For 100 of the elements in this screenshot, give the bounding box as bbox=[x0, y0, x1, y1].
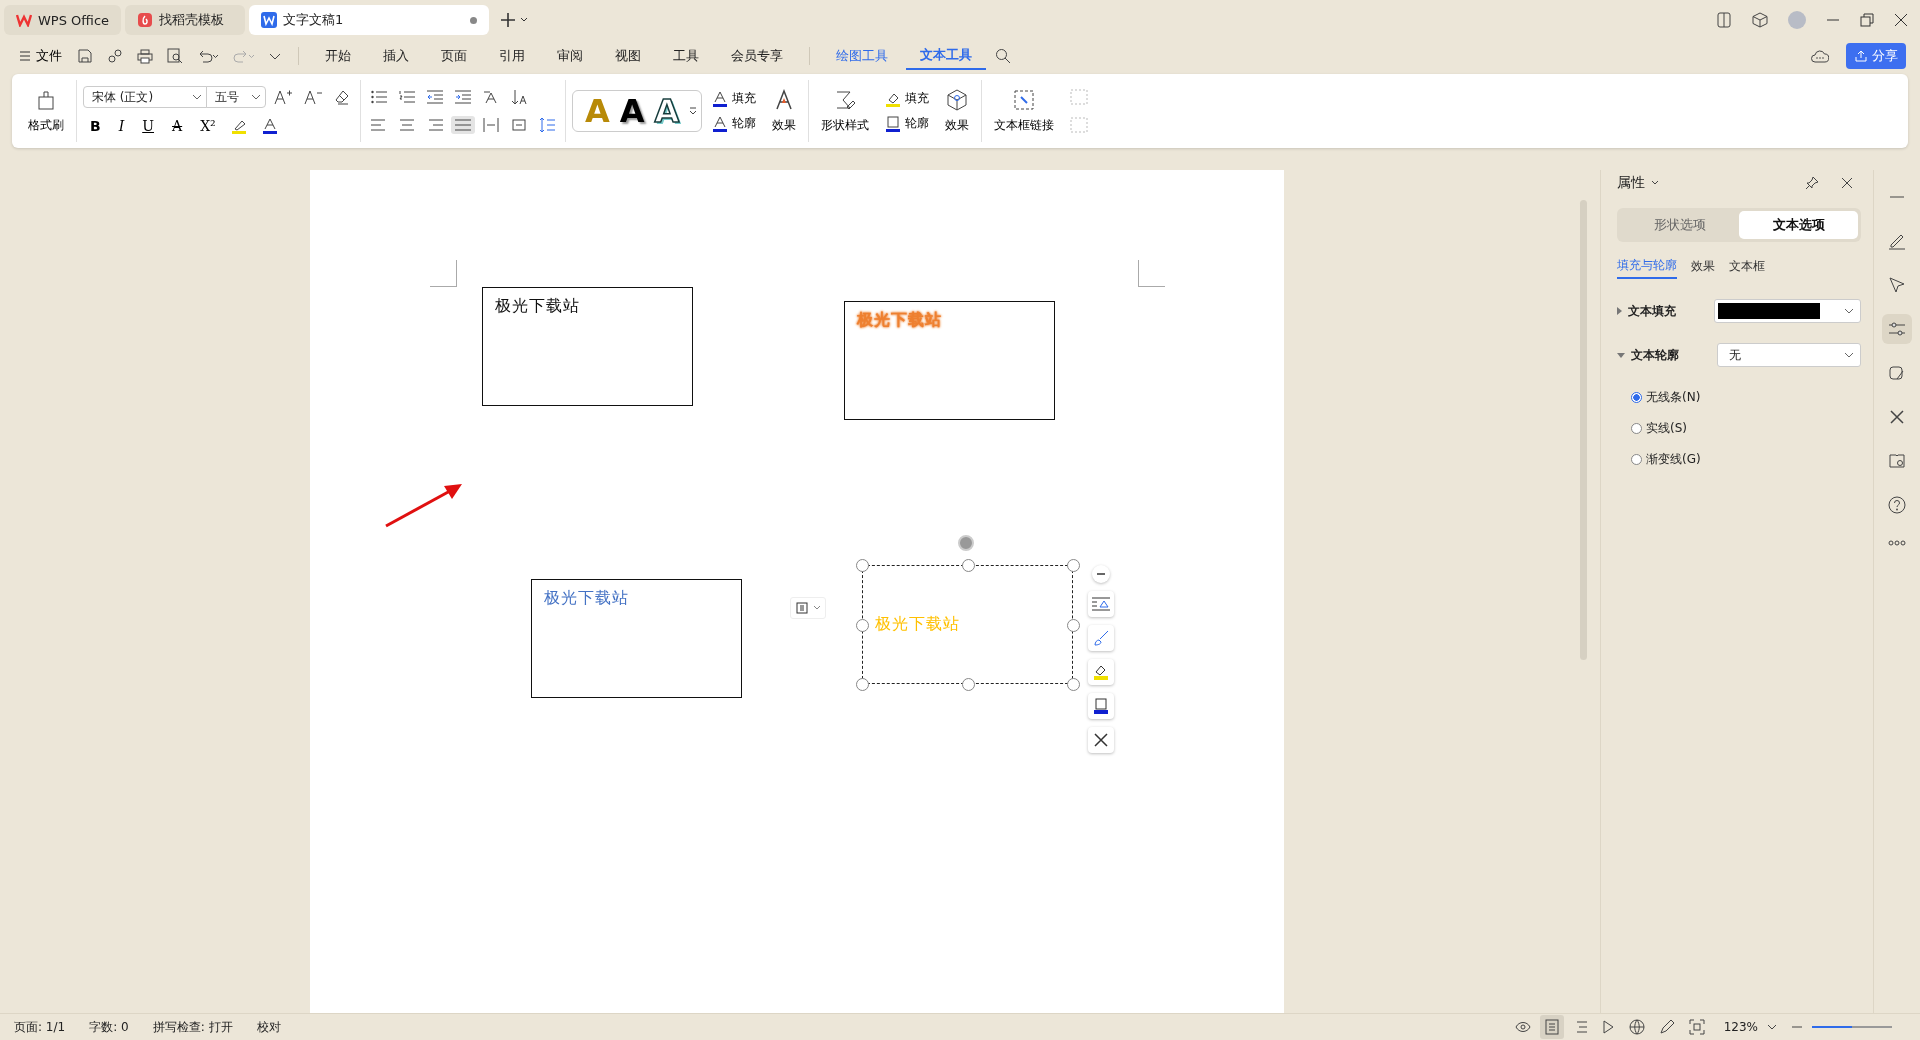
chevron-down-icon bbox=[192, 93, 202, 101]
shape-style-button[interactable]: 形状样式 bbox=[815, 86, 876, 136]
font-size-dropdown[interactable]: 五号 bbox=[206, 86, 266, 108]
text-box-text: 极光下载站 bbox=[495, 296, 580, 315]
wrap-text-icon[interactable] bbox=[1088, 591, 1114, 617]
margin-corner-mark bbox=[430, 260, 457, 287]
cube-icon bbox=[946, 88, 969, 111]
document-tab[interactable]: 文字文稿1 bbox=[249, 5, 490, 35]
resize-handle[interactable] bbox=[1067, 618, 1080, 632]
font-color-icon bbox=[712, 90, 729, 107]
ribbon-tab[interactable]: 引用 bbox=[485, 43, 539, 69]
text-box-text: 极光下载站 bbox=[857, 310, 942, 329]
shape-style-icon bbox=[834, 88, 857, 111]
radio-option[interactable]: 无线条(N) bbox=[1631, 389, 1861, 406]
outline-icon bbox=[885, 115, 902, 132]
radio-button[interactable] bbox=[1631, 454, 1642, 465]
text-effect-button[interactable]: 效果 bbox=[766, 86, 803, 136]
layout-options-button[interactable] bbox=[790, 597, 826, 619]
ribbon-tab[interactable]: 开始 bbox=[311, 43, 365, 69]
underline-button[interactable]: U bbox=[135, 116, 161, 136]
chevron-down-icon bbox=[813, 605, 821, 611]
text-box[interactable]: 极光下载站 bbox=[531, 579, 742, 698]
ribbon-tab[interactable]: 视图 bbox=[601, 43, 655, 69]
fill-bucket-icon[interactable] bbox=[1088, 659, 1114, 685]
radio-option[interactable]: 渐变线(G) bbox=[1631, 451, 1861, 468]
color-dropdown[interactable] bbox=[1714, 299, 1861, 323]
ribbon-tab[interactable]: 文本工具 bbox=[906, 42, 986, 70]
caret-icon[interactable] bbox=[1651, 180, 1659, 186]
panel-subtab[interactable]: 填充与轮廓 bbox=[1617, 254, 1677, 279]
panel-title[interactable]: 属性 bbox=[1617, 174, 1645, 192]
ribbon-tab[interactable]: 插入 bbox=[369, 43, 423, 69]
shape-effect-button[interactable]: 效果 bbox=[939, 86, 976, 136]
superscript-button[interactable]: X² bbox=[193, 116, 223, 136]
chevron-down-icon bbox=[1844, 351, 1854, 359]
page-view-icon[interactable] bbox=[1539, 1015, 1564, 1039]
panel-subtab[interactable]: 效果 bbox=[1691, 254, 1715, 279]
font-dropdown[interactable]: 宋体 (正文) bbox=[83, 86, 207, 108]
document-tab[interactable]: 找稻壳模板 bbox=[125, 5, 246, 35]
panel-subtab[interactable]: 文本框 bbox=[1729, 254, 1765, 279]
radio-button[interactable] bbox=[1631, 392, 1642, 403]
file-menu[interactable]: 文件 bbox=[14, 43, 68, 69]
ribbon-tab[interactable]: 审阅 bbox=[543, 43, 597, 69]
resize-handle[interactable] bbox=[856, 618, 869, 632]
brush-icon[interactable] bbox=[1088, 625, 1114, 651]
text-fill-button[interactable]: 填充 bbox=[708, 90, 761, 107]
option-tab[interactable]: 形状选项 bbox=[1620, 211, 1739, 239]
shape-outline-button[interactable]: 轮廓 bbox=[881, 115, 934, 132]
text-box[interactable]: 极光下载站 bbox=[482, 287, 693, 406]
status-item[interactable]: 拼写检查: 打开 bbox=[152, 1018, 233, 1036]
resize-handle[interactable] bbox=[856, 559, 869, 572]
zoom-level[interactable]: 123% bbox=[1723, 1020, 1758, 1034]
share-button[interactable]: 分享 bbox=[1846, 43, 1906, 69]
text-style-sample[interactable]: A bbox=[619, 94, 645, 128]
bold-button[interactable]: B bbox=[83, 116, 108, 136]
text-outline-icon bbox=[712, 115, 729, 132]
resize-handle[interactable] bbox=[961, 559, 975, 572]
share-icon bbox=[1854, 49, 1868, 63]
more-styles-icon[interactable] bbox=[689, 106, 698, 116]
new-tab-icon[interactable] bbox=[501, 12, 528, 28]
unsaved-dot-icon bbox=[470, 16, 478, 24]
margin-corner-mark bbox=[1138, 260, 1165, 287]
collapse-icon[interactable] bbox=[1092, 565, 1110, 583]
textbox-link-icon bbox=[1013, 88, 1036, 111]
textbox-link-button[interactable]: 文本框链接 bbox=[988, 86, 1061, 136]
resize-handle[interactable] bbox=[856, 678, 869, 691]
expand-triangle-icon[interactable] bbox=[1617, 352, 1625, 358]
status-item[interactable]: 字数: 0 bbox=[89, 1018, 129, 1036]
menu-icon bbox=[20, 51, 30, 61]
resize-handle[interactable] bbox=[961, 678, 975, 691]
w-logo-icon bbox=[16, 13, 32, 27]
text-fill-label: 文本填充 bbox=[1628, 302, 1677, 320]
chevron-down-icon bbox=[251, 93, 261, 101]
expand-triangle-icon[interactable] bbox=[1617, 307, 1622, 315]
ribbon-tab[interactable]: 页面 bbox=[427, 43, 481, 69]
rotate-handle-icon[interactable] bbox=[958, 535, 974, 551]
radio-button[interactable] bbox=[1631, 423, 1642, 434]
strikethrough-button[interactable]: A bbox=[165, 116, 190, 136]
ribbon-tab[interactable]: 会员专享 bbox=[717, 43, 797, 69]
ribbon-tab[interactable]: 绘图工具 bbox=[822, 43, 902, 69]
chevron-down-icon bbox=[1844, 307, 1854, 315]
radio-option[interactable]: 实线(S) bbox=[1631, 420, 1861, 437]
italic-button[interactable]: I bbox=[111, 116, 132, 136]
ribbon-tab[interactable]: 工具 bbox=[659, 43, 713, 69]
document-w-icon bbox=[261, 12, 278, 28]
sliders-icon[interactable] bbox=[1882, 314, 1912, 344]
resize-handle[interactable] bbox=[1067, 559, 1080, 572]
status-item[interactable]: 页面: 1/1 bbox=[14, 1018, 66, 1036]
outline-icon[interactable] bbox=[1088, 693, 1114, 719]
flame-icon bbox=[137, 12, 154, 28]
layout-icon bbox=[795, 601, 809, 615]
text-outline-button[interactable]: 轮廓 bbox=[708, 115, 761, 132]
justify-icon[interactable] bbox=[451, 116, 475, 134]
shape-fill-button[interactable]: 填充 bbox=[881, 90, 934, 107]
outline-dropdown[interactable]: 无 bbox=[1717, 343, 1861, 367]
format-painter-button[interactable]: 格式刷 bbox=[22, 86, 70, 136]
option-tab[interactable]: 文本选项 bbox=[1739, 211, 1858, 239]
resize-handle[interactable] bbox=[1067, 678, 1080, 691]
document-tab[interactable]: WPS Office bbox=[4, 5, 122, 35]
status-item[interactable]: 校对 bbox=[256, 1018, 281, 1036]
text-style-sample[interactable]: A bbox=[654, 94, 680, 128]
